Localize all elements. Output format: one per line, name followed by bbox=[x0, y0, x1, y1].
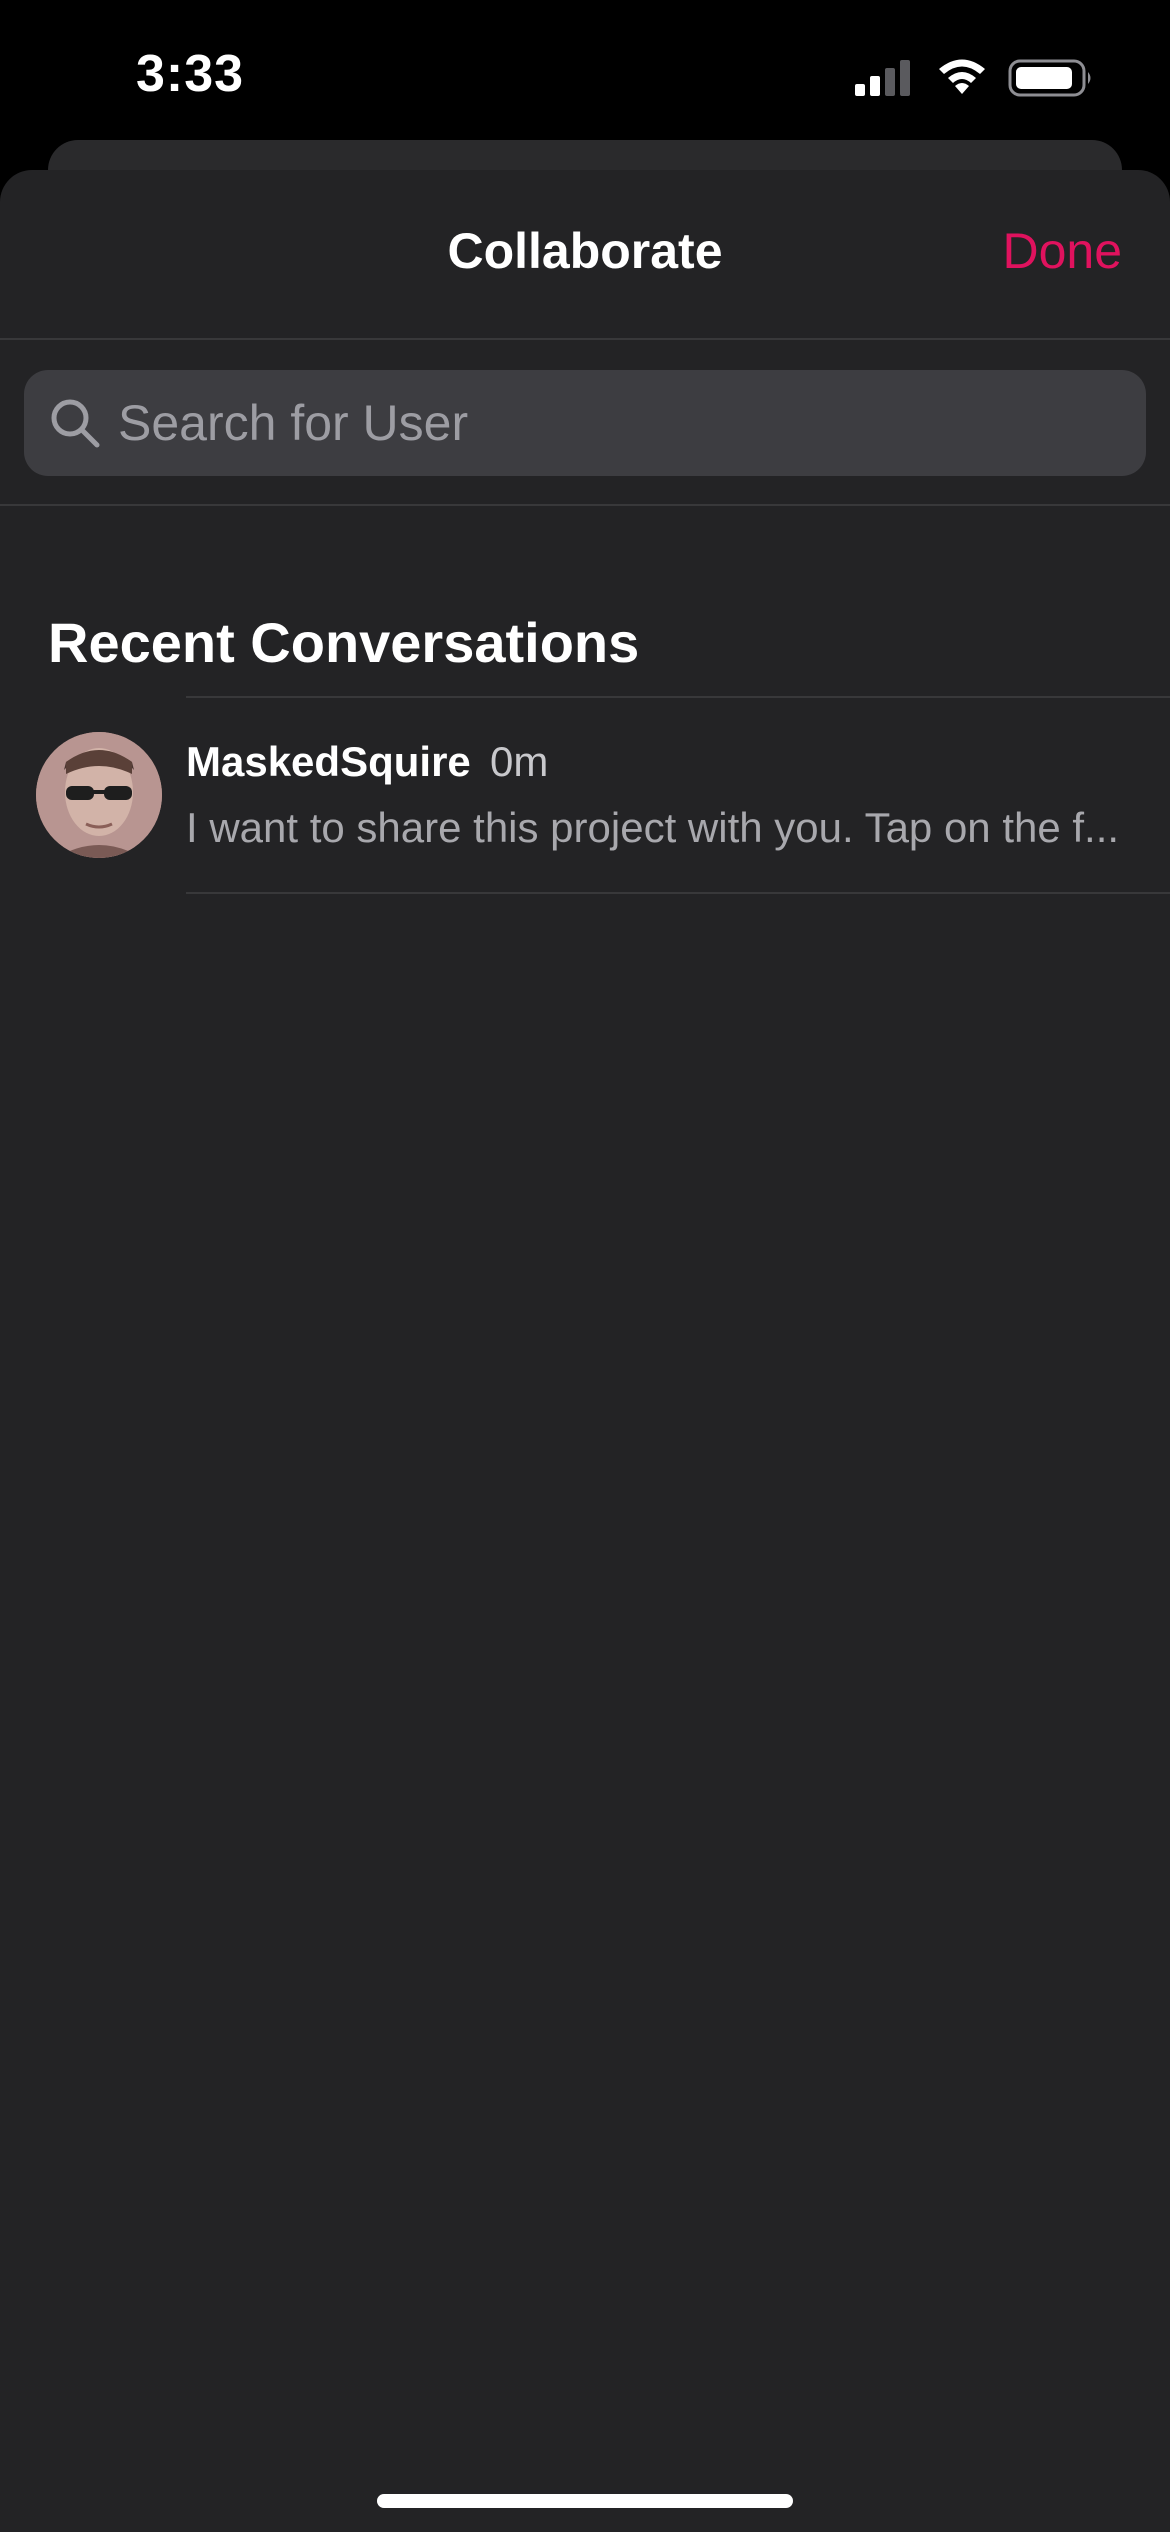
avatar bbox=[36, 732, 162, 858]
battery-icon bbox=[1008, 59, 1091, 97]
collaborate-sheet: Collaborate Done Recent Conversations bbox=[0, 170, 1170, 2532]
search-icon bbox=[51, 399, 100, 448]
search-field[interactable] bbox=[24, 370, 1146, 476]
home-indicator[interactable] bbox=[377, 2494, 793, 2508]
cellular-signal-icon bbox=[855, 60, 910, 96]
screen: 3:33 Collaborate Done Search for User Re… bbox=[0, 0, 1170, 2532]
status-bar: 3:33 bbox=[0, 0, 1170, 140]
wifi-icon bbox=[939, 59, 985, 94]
divider bbox=[186, 892, 1170, 894]
nav-bar: Collaborate Done bbox=[0, 170, 1170, 340]
conversation-name: MaskedSquire bbox=[186, 738, 471, 785]
conversation-time: 0m bbox=[490, 738, 549, 785]
page-title: Collaborate bbox=[447, 223, 723, 279]
section-title-recent-conversations: Recent Conversations bbox=[48, 611, 640, 674]
done-button[interactable]: Done bbox=[1002, 222, 1122, 280]
conversation-row[interactable]: MaskedSquire 0m I want to share this pro… bbox=[0, 698, 1170, 892]
status-time: 3:33 bbox=[136, 45, 245, 103]
avatar-image bbox=[36, 732, 162, 858]
search-input[interactable] bbox=[118, 370, 1118, 476]
conversation-preview: I want to share this project with you. T… bbox=[186, 804, 1116, 851]
